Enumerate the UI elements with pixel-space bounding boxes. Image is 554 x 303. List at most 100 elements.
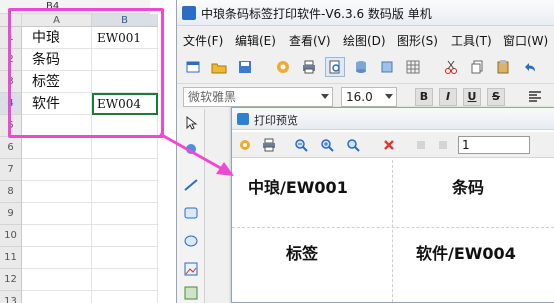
select-all-corner[interactable]: [0, 14, 22, 27]
row-header[interactable]: 7: [0, 159, 22, 181]
sheet-row: 4 软件 EW004: [0, 93, 178, 115]
row-header[interactable]: 2: [0, 49, 22, 71]
previous-page-icon[interactable]: [434, 136, 452, 154]
cell-a[interactable]: [22, 159, 92, 181]
pan-hand-icon[interactable]: [181, 139, 201, 159]
cell-b[interactable]: [92, 49, 158, 71]
undo-icon[interactable]: [519, 57, 539, 77]
column-header-a[interactable]: A: [22, 14, 92, 27]
sheet-row: 12: [0, 269, 178, 291]
row-header[interactable]: 3: [0, 71, 22, 93]
open-folder-icon[interactable]: [209, 57, 229, 77]
cell-b[interactable]: [92, 181, 158, 203]
menu-window[interactable]: 窗口(W): [503, 32, 548, 49]
cell-a[interactable]: 标签: [22, 71, 92, 93]
zoom-out-icon[interactable]: [292, 136, 310, 154]
menu-bar: 文件(F) 编辑(E) 查看(V) 绘图(D) 图形(S) 工具(T) 窗口(W…: [177, 29, 554, 51]
layers-icon[interactable]: [377, 57, 397, 77]
print-preview-dialog: 打印预览 1 中琅/EW001 条码 标签 软件/EW004: [231, 107, 554, 303]
sheet-row: 2 条码: [0, 49, 178, 71]
zoom-fit-icon[interactable]: [344, 136, 362, 154]
cell-b[interactable]: [92, 225, 158, 247]
menu-draw[interactable]: 绘图(D): [343, 32, 386, 49]
print-icon[interactable]: [299, 57, 319, 77]
cell-a[interactable]: 软件: [22, 93, 92, 115]
sheet-row: 9: [0, 203, 178, 225]
cell-a[interactable]: 中琅: [22, 27, 92, 49]
menu-edit[interactable]: 编辑(E): [235, 32, 276, 49]
ellipse-tool-icon[interactable]: [181, 231, 201, 251]
cell-a[interactable]: [22, 269, 92, 291]
cell-b[interactable]: [92, 71, 158, 93]
rectangle-tool-icon[interactable]: [181, 203, 201, 223]
label-cell-2: 条码: [452, 178, 485, 197]
active-cell-b4[interactable]: EW004: [92, 93, 158, 115]
cell-a[interactable]: [22, 137, 92, 159]
new-file-icon[interactable]: [183, 57, 203, 77]
cell-b[interactable]: [92, 269, 158, 291]
cell-b[interactable]: [92, 247, 158, 269]
zoom-in-icon[interactable]: [318, 136, 336, 154]
row-header[interactable]: 1: [0, 27, 22, 49]
bold-button[interactable]: B: [415, 88, 433, 106]
cell-a[interactable]: [22, 291, 92, 303]
save-icon[interactable]: [235, 57, 255, 77]
menu-file[interactable]: 文件(F): [183, 32, 223, 49]
strikethrough-button[interactable]: S: [487, 88, 505, 106]
row-header[interactable]: 10: [0, 225, 22, 247]
font-size-select[interactable]: 16.0: [341, 87, 397, 107]
label-app-window: 中琅条码标签打印软件-V6.3.6 数码版 单机 文件(F) 编辑(E) 查看(…: [176, 0, 554, 303]
cell-b[interactable]: [92, 203, 158, 225]
label-cell-4: 软件/EW004: [416, 244, 516, 263]
preview-title: 打印预览: [254, 114, 298, 127]
main-toolbar: [177, 53, 554, 81]
row-header[interactable]: 11: [0, 247, 22, 269]
menu-tools[interactable]: 工具(T): [451, 32, 492, 49]
cell-a[interactable]: [22, 225, 92, 247]
italic-button[interactable]: I: [439, 88, 457, 106]
row-header[interactable]: 9: [0, 203, 22, 225]
cell-b[interactable]: [92, 159, 158, 181]
name-box[interactable]: B4: [0, 0, 150, 14]
row-header[interactable]: 4: [0, 93, 22, 115]
print-preview-icon[interactable]: [325, 57, 345, 77]
column-header-b[interactable]: B: [92, 14, 158, 27]
copy-icon[interactable]: [467, 57, 487, 77]
cell-b[interactable]: [92, 137, 158, 159]
paste-icon[interactable]: [493, 57, 513, 77]
sheet-row: 1 中琅 EW001: [0, 27, 178, 49]
cell-a[interactable]: [22, 247, 92, 269]
row-header[interactable]: 6: [0, 137, 22, 159]
row-header[interactable]: 12: [0, 269, 22, 291]
settings-gear-icon[interactable]: [273, 57, 293, 77]
cell-a[interactable]: [22, 181, 92, 203]
settings-gear-icon[interactable]: [236, 136, 254, 154]
cut-icon[interactable]: [441, 57, 461, 77]
database-icon[interactable]: [351, 57, 371, 77]
underline-button[interactable]: U: [463, 88, 481, 106]
cell-b[interactable]: [92, 115, 158, 137]
line-tool-icon[interactable]: [181, 175, 201, 195]
select-arrow-icon[interactable]: [181, 113, 201, 133]
cell-b[interactable]: [92, 291, 158, 303]
cell-a[interactable]: [22, 115, 92, 137]
row-header[interactable]: 5: [0, 115, 22, 137]
cell-b[interactable]: EW001: [92, 27, 158, 49]
align-left-icon[interactable]: [525, 87, 545, 107]
cell-a[interactable]: 条码: [22, 49, 92, 71]
grid-icon[interactable]: [403, 57, 423, 77]
print-icon[interactable]: [260, 136, 278, 154]
row-header[interactable]: 13: [0, 291, 22, 303]
font-family-select[interactable]: 微软雅黑: [183, 87, 333, 107]
close-icon[interactable]: [380, 136, 398, 154]
page-number-input[interactable]: 1: [458, 136, 530, 154]
first-page-icon[interactable]: [412, 136, 430, 154]
image-tool-icon[interactable]: [181, 259, 201, 279]
row-header[interactable]: 8: [0, 181, 22, 203]
menu-shapes[interactable]: 图形(S): [397, 32, 438, 49]
sheet-row: 7: [0, 159, 178, 181]
cell-a[interactable]: [22, 203, 92, 225]
menu-view[interactable]: 查看(V): [289, 32, 331, 49]
picture-tool-icon[interactable]: [181, 283, 201, 303]
label-divider: [392, 160, 393, 302]
